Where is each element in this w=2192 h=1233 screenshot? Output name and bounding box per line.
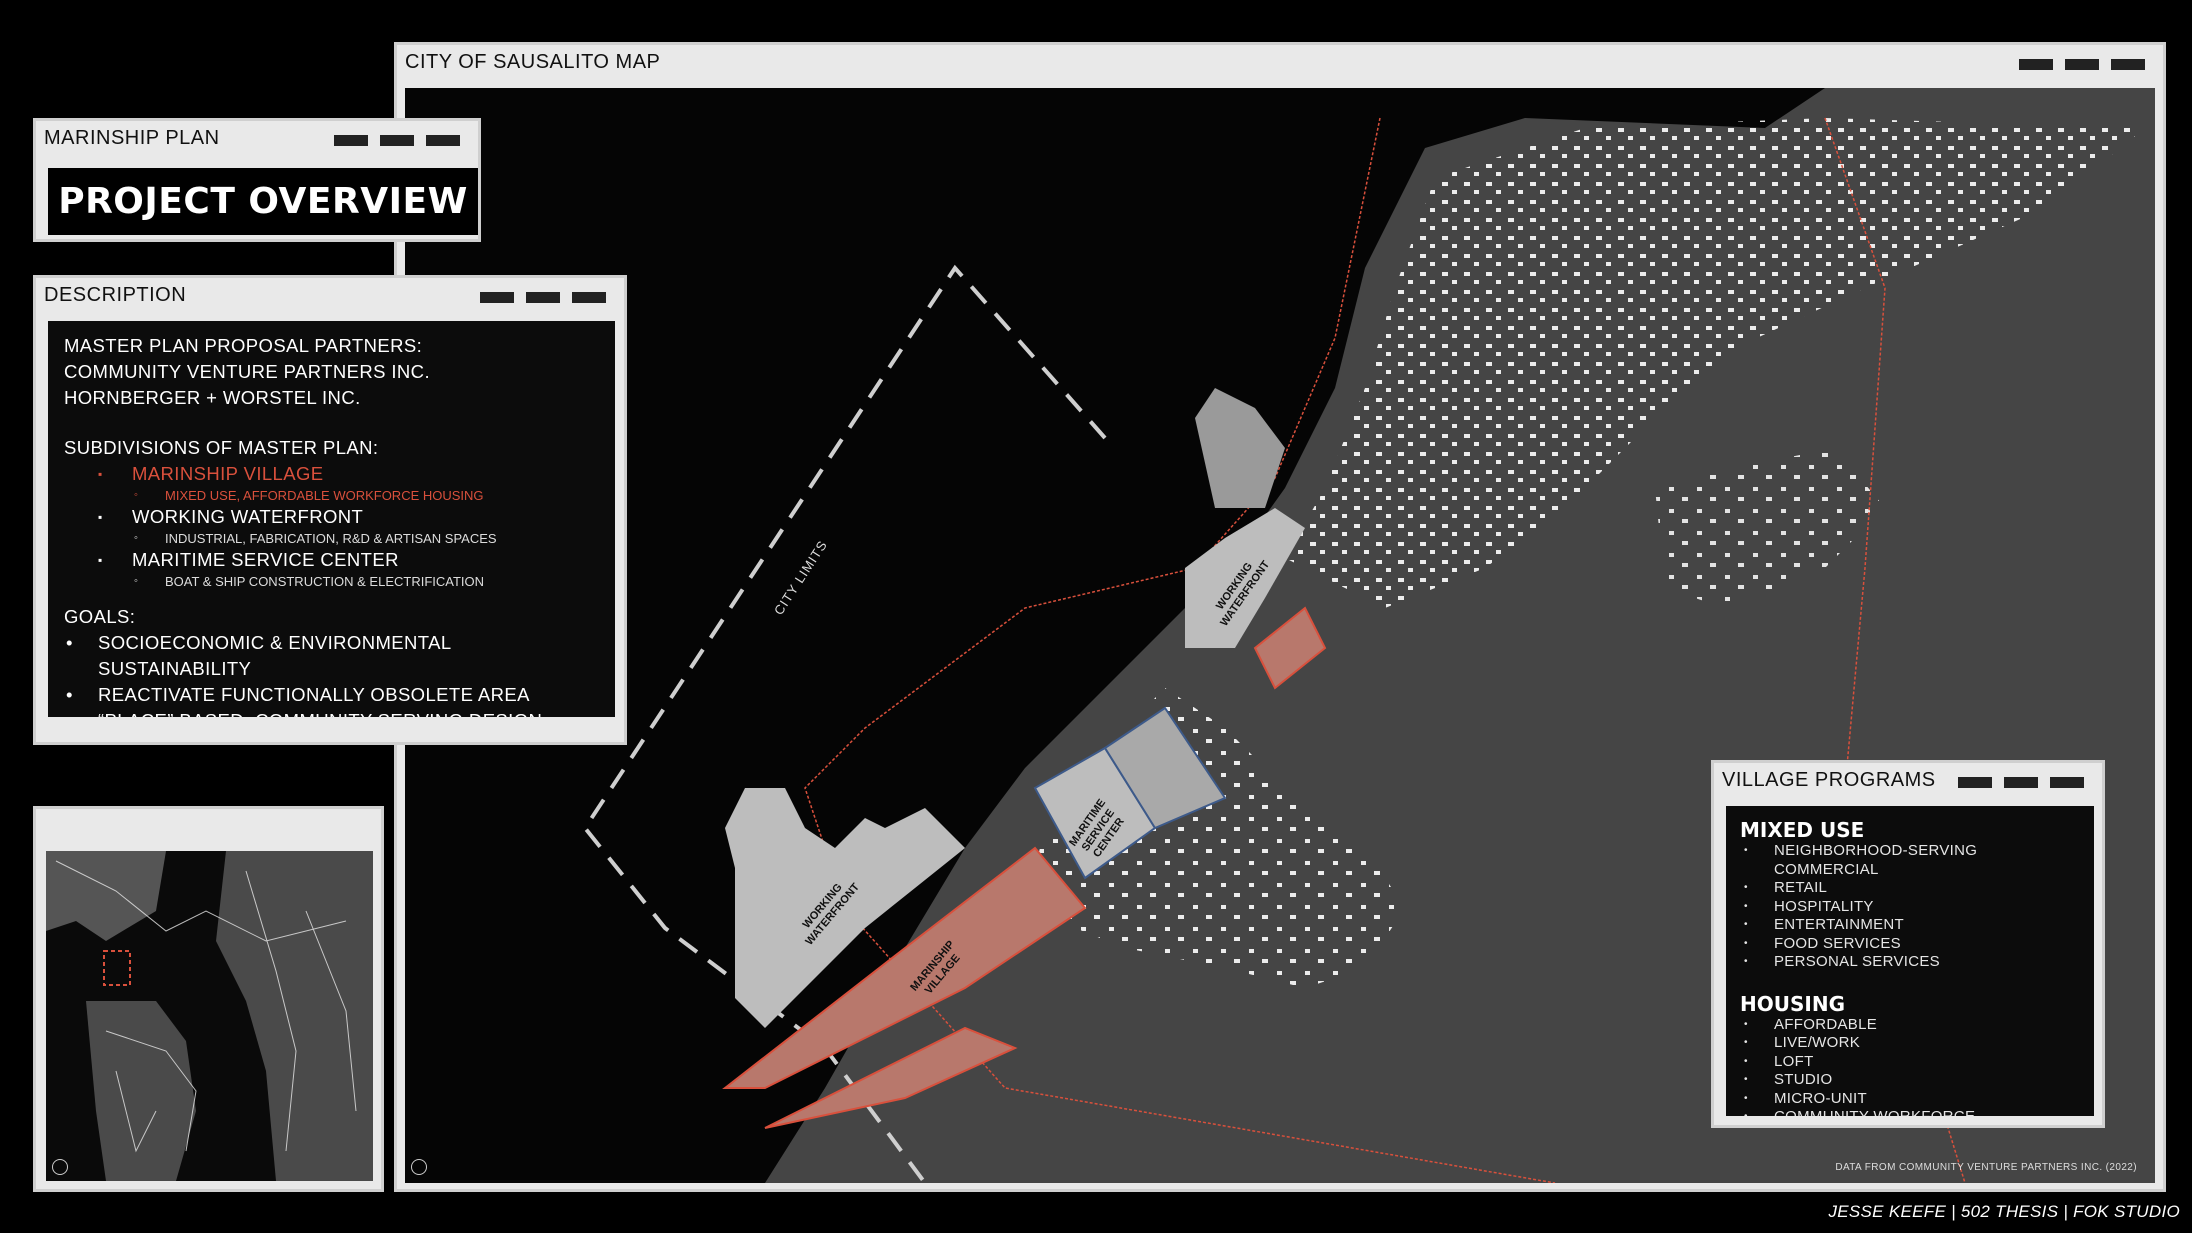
housing-heading: HOUSING — [1740, 991, 1845, 1016]
inset-location-marker — [103, 950, 131, 986]
data-source-note: DATA FROM COMMUNITY VENTURE PARTNERS INC… — [1835, 1162, 2137, 1173]
zone-waterfront-peninsula — [1195, 388, 1285, 508]
window-control-icon[interactable] — [2111, 59, 2145, 70]
subdivision-detail: BOAT & SHIP CONSTRUCTION & ELECTRIFICATI… — [64, 573, 599, 590]
program-item: STUDIO — [1740, 1071, 2080, 1090]
goals-heading: GOALS: — [64, 606, 136, 627]
inset-map-svg — [46, 851, 373, 1181]
subdivision-detail: INDUSTRIAL, FABRICATION, R&D & ARTISAN S… — [64, 530, 599, 547]
window-control-icon[interactable] — [1958, 777, 1992, 788]
window-control-icon[interactable] — [526, 292, 560, 303]
programs-body: MIXED USE NEIGHBORHOOD-SERVING COMMERCIA… — [1726, 806, 2094, 1116]
partners-heading: MASTER PLAN PROPOSAL PARTNERS: — [64, 335, 423, 356]
description-body: MASTER PLAN PROPOSAL PARTNERS: COMMUNITY… — [48, 321, 615, 717]
window-control-icon[interactable] — [2065, 59, 2099, 70]
programs-window-title: VILLAGE PROGRAMS — [1722, 769, 1936, 791]
window-control-icon[interactable] — [572, 292, 606, 303]
map-window-controls[interactable] — [2019, 59, 2145, 70]
window-control-icon[interactable] — [2004, 777, 2038, 788]
overview-window-title: MARINSHIP PLAN — [44, 127, 220, 149]
overview-window: MARINSHIP PLAN PROJECT OVERVIEW — [33, 118, 481, 242]
programs-window-controls[interactable] — [1958, 777, 2084, 788]
description-window-title: DESCRIPTION — [44, 284, 187, 306]
author-credit: JESSE KEEFE | 502 THESIS | FOK STUDIO — [1828, 1202, 2180, 1221]
goal-item: “PLACE” BASED, COMMUNITY-SERVING DESIGN — [64, 708, 599, 717]
compass-icon — [411, 1159, 427, 1175]
description-window-controls[interactable] — [480, 292, 606, 303]
page-title-box: PROJECT OVERVIEW — [48, 168, 478, 235]
window-control-icon[interactable] — [2050, 777, 2084, 788]
compass-icon — [52, 1159, 68, 1175]
page-title: PROJECT OVERVIEW — [58, 181, 468, 222]
program-item: AFFORDABLE — [1740, 1016, 2080, 1035]
window-control-icon[interactable] — [480, 292, 514, 303]
subdivisions-heading: SUBDIVISIONS OF MASTER PLAN: — [64, 437, 379, 458]
program-item: COMMUNITY WORKFORCE — [1740, 1108, 2080, 1116]
subdivision-marinship-village: MARINSHIP VILLAGE — [64, 461, 599, 487]
overview-window-controls[interactable] — [334, 135, 460, 146]
bay-area-inset-map[interactable] — [46, 851, 373, 1181]
subdivision-working-waterfront: WORKING WATERFRONT — [64, 504, 599, 530]
program-item: ENTERTAINMENT — [1740, 916, 2080, 935]
goal-item: SOCIOECONOMIC & ENVIRONMENTAL — [64, 630, 599, 656]
subdivision-detail: MIXED USE, AFFORDABLE WORKFORCE HOUSING — [64, 487, 599, 504]
goal-item-continued: SUSTAINABILITY — [98, 658, 252, 679]
window-control-icon[interactable] — [426, 135, 460, 146]
partner-item: HORNBERGER + WORSTEL INC. — [64, 387, 361, 408]
partner-item: COMMUNITY VENTURE PARTNERS INC. — [64, 361, 430, 382]
program-item: PERSONAL SERVICES — [1740, 953, 2080, 972]
program-item: HOSPITALITY — [1740, 898, 2080, 917]
window-control-icon[interactable] — [2019, 59, 2053, 70]
mixed-use-heading: MIXED USE — [1740, 818, 1865, 842]
program-item: FOOD SERVICES — [1740, 935, 2080, 954]
program-item: LIVE/WORK — [1740, 1034, 2080, 1053]
window-control-icon[interactable] — [380, 135, 414, 146]
goal-item: REACTIVATE FUNCTIONALLY OBSOLETE AREA — [64, 682, 599, 708]
city-limits-label: CITY LIMITS — [771, 537, 830, 617]
program-item: NEIGHBORHOOD-SERVING COMMERCIAL — [1740, 842, 2080, 879]
program-item: MICRO-UNIT — [1740, 1090, 2080, 1109]
window-control-icon[interactable] — [334, 135, 368, 146]
village-programs-window: VILLAGE PROGRAMS MIXED USE NEIGHBORHOOD-… — [1711, 760, 2105, 1128]
map-window-title: CITY OF SAUSALITO MAP — [405, 51, 661, 73]
program-item: LOFT — [1740, 1053, 2080, 1072]
inset-map-window — [33, 806, 384, 1192]
description-window: DESCRIPTION MASTER PLAN PROPOSAL PARTNER… — [33, 275, 627, 745]
subdivision-maritime-service-center: MARITIME SERVICE CENTER — [64, 547, 599, 573]
program-item: RETAIL — [1740, 879, 2080, 898]
